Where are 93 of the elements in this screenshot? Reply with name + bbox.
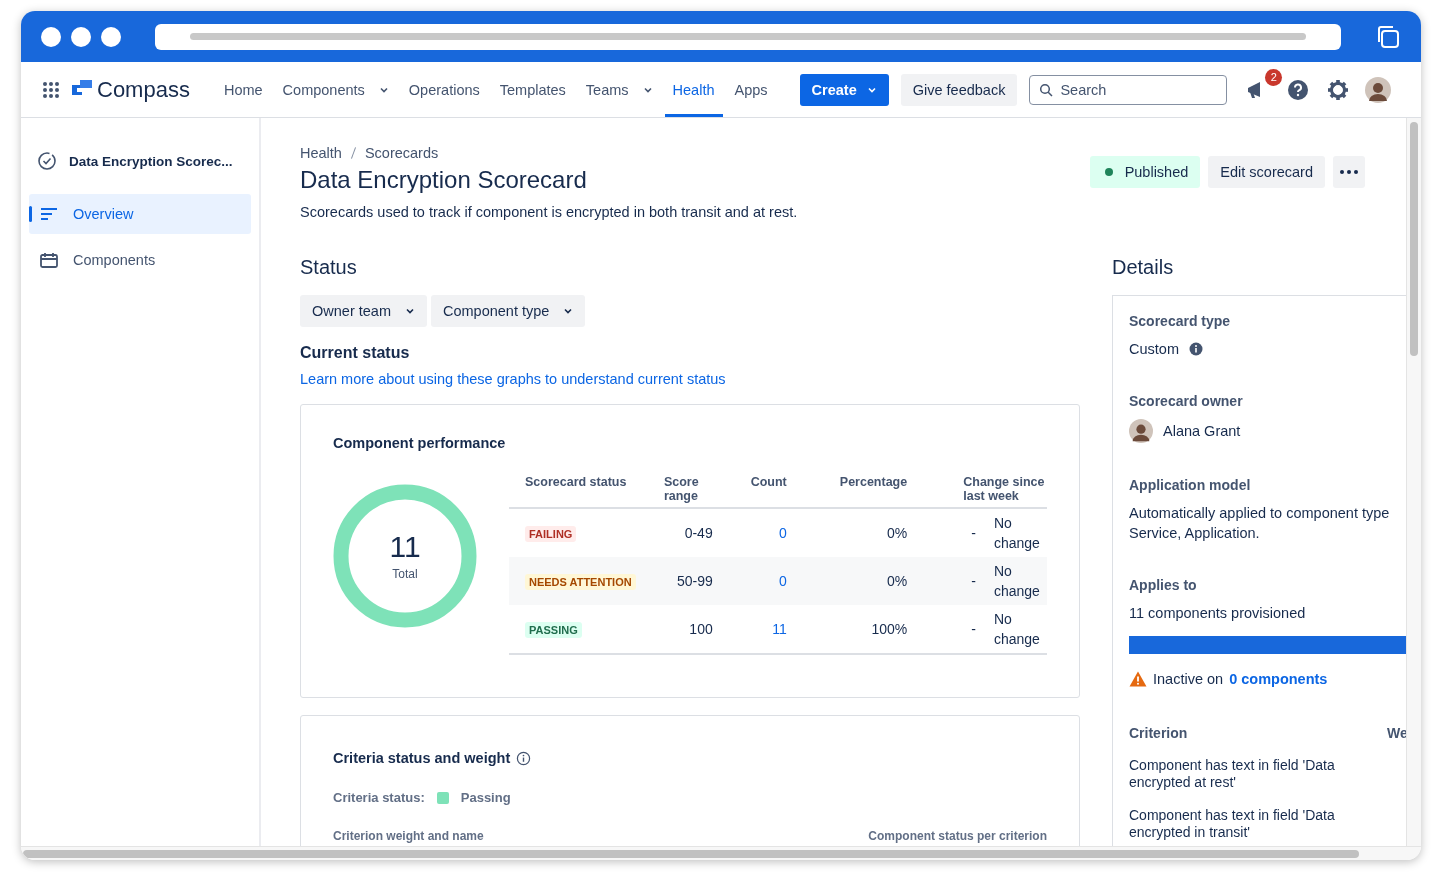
status-lozenge: Published — [1089, 156, 1201, 188]
more-icon — [1339, 169, 1359, 175]
detail-label: Scorecard type — [1129, 313, 1232, 329]
filter-dropdown[interactable]: Owner team — [300, 295, 427, 327]
breadcrumb-link[interactable]: Scorecards — [364, 145, 439, 161]
column-header: Scorecard status — [509, 475, 650, 508]
table-cell: 0-49 — [684, 525, 713, 541]
column-header: Criterion weight and name — [333, 829, 484, 843]
section-heading: Details — [1112, 256, 1175, 279]
table-cell-text: No change — [993, 610, 1041, 649]
total-count: 11 — [389, 531, 421, 562]
product-name[interactable]: Compass — [97, 76, 190, 103]
sidebar-item[interactable]: Components — [29, 240, 251, 280]
inactive-text: Inactive on — [1153, 671, 1224, 687]
app-switcher-icon[interactable] — [42, 80, 60, 99]
copy-icon[interactable] — [1375, 23, 1401, 50]
subsection-heading: Current status — [300, 344, 411, 362]
nav-tab[interactable]: Home — [215, 62, 271, 117]
criterion-text: Component has text in field 'Data encrypted at rest' — [1129, 757, 1336, 791]
table-cell: 0% — [887, 573, 908, 589]
chevron-icon — [405, 306, 415, 316]
check-circle-icon — [37, 151, 57, 171]
info-icon[interactable] — [1188, 342, 1203, 356]
sidebar-item[interactable]: Overview — [29, 194, 251, 234]
status-lozenge: FAILING — [525, 526, 577, 542]
table-cell: 0% — [887, 525, 908, 541]
table-cell: 100 — [689, 621, 713, 637]
search-field[interactable]: Search — [1029, 74, 1228, 105]
scrollbar-thumb[interactable] — [23, 849, 1359, 858]
total-label: Total — [392, 566, 418, 581]
column-header: Component status per criterion — [868, 829, 1047, 843]
column-header: Criterion — [1129, 725, 1189, 741]
card-title: Component performance — [333, 435, 507, 451]
count-link[interactable]: 0 — [779, 573, 787, 589]
notification-badge: 2 — [1265, 68, 1283, 86]
section-heading: Status — [300, 256, 358, 279]
owner-name: Alana Grant — [1163, 422, 1241, 441]
scrollbar-thumb[interactable] — [1410, 122, 1418, 356]
chevron-icon — [563, 306, 574, 316]
address-bar[interactable] — [155, 23, 1341, 50]
nav-tab[interactable]: Operations — [400, 62, 488, 117]
criterion-text: Component has text in field 'Data encrypted in transit' — [1129, 807, 1336, 841]
table-cell: 100% — [871, 621, 908, 637]
page-description: Scorecards used to track if component is encrypted in both transit and at rest. — [300, 204, 798, 220]
table-cell-text: No change — [993, 562, 1041, 601]
filter-dropdown[interactable]: Component type — [431, 295, 586, 327]
detail-value: Custom — [1129, 340, 1179, 359]
nav-tab[interactable]: Templates — [491, 62, 574, 117]
column-header: Percentage — [786, 475, 908, 508]
status-lozenge: PASSING — [525, 622, 582, 638]
column-header: Count — [728, 475, 787, 508]
trend-indicator: - — [971, 573, 976, 589]
nav-tab[interactable]: Apps — [726, 62, 776, 117]
detail-value: 11 components provisioned — [1129, 604, 1307, 623]
count-link[interactable]: 0 — [779, 525, 787, 541]
table-cell-text: No change — [993, 514, 1041, 553]
column-header: Change since last week — [907, 475, 1047, 508]
detail-label: Scorecard owner — [1129, 393, 1244, 409]
legend-swatch — [436, 791, 449, 804]
calendar-icon — [39, 250, 59, 270]
help-icon[interactable] — [1287, 78, 1310, 101]
components-link[interactable]: 0 components — [1229, 671, 1328, 687]
detail-label: Applies to — [1129, 577, 1198, 593]
trend-indicator: - — [971, 525, 976, 541]
info-icon[interactable] — [516, 750, 532, 766]
column-header: Score range — [649, 475, 729, 508]
scorecard-name: Data Encryption Scorec... — [69, 153, 233, 169]
nav-tab[interactable]: Components — [274, 62, 397, 117]
page-title: Data Encryption Scorecard — [300, 166, 588, 194]
card-title: Criteria status and weight — [333, 750, 511, 766]
edit-button[interactable]: Edit scorecard — [1208, 156, 1325, 188]
settings-icon[interactable] — [1327, 78, 1350, 101]
more-button[interactable] — [1333, 156, 1365, 188]
avatar-icon — [1129, 419, 1153, 443]
criteria-status-value: Passing — [460, 790, 511, 805]
window-control-icon[interactable] — [101, 26, 121, 47]
trend-indicator: - — [971, 621, 976, 637]
criteria-status-label: Criteria status: — [333, 790, 425, 805]
create-button[interactable]: Create — [799, 73, 889, 106]
window-control-icon[interactable] — [71, 26, 91, 47]
help-link[interactable]: Learn more about using these graphs to understand current status — [300, 371, 726, 387]
warning-icon — [1129, 671, 1147, 687]
nav-tab[interactable]: Teams — [577, 62, 661, 117]
feedback-button[interactable]: Give feedback — [900, 73, 1018, 106]
count-link[interactable]: 11 — [772, 621, 787, 637]
detail-label: Application model — [1129, 477, 1252, 493]
window-control-icon[interactable] — [41, 26, 61, 47]
detail-value: Automatically applied to component type Service, Application. — [1129, 504, 1391, 543]
status-lozenge: NEEDS ATTENTION — [525, 574, 636, 590]
nav-tab[interactable]: Health — [664, 62, 723, 117]
table-cell: 50-99 — [676, 573, 713, 589]
avatar-icon[interactable] — [1365, 76, 1392, 103]
breadcrumb-link[interactable]: Health — [300, 145, 342, 161]
